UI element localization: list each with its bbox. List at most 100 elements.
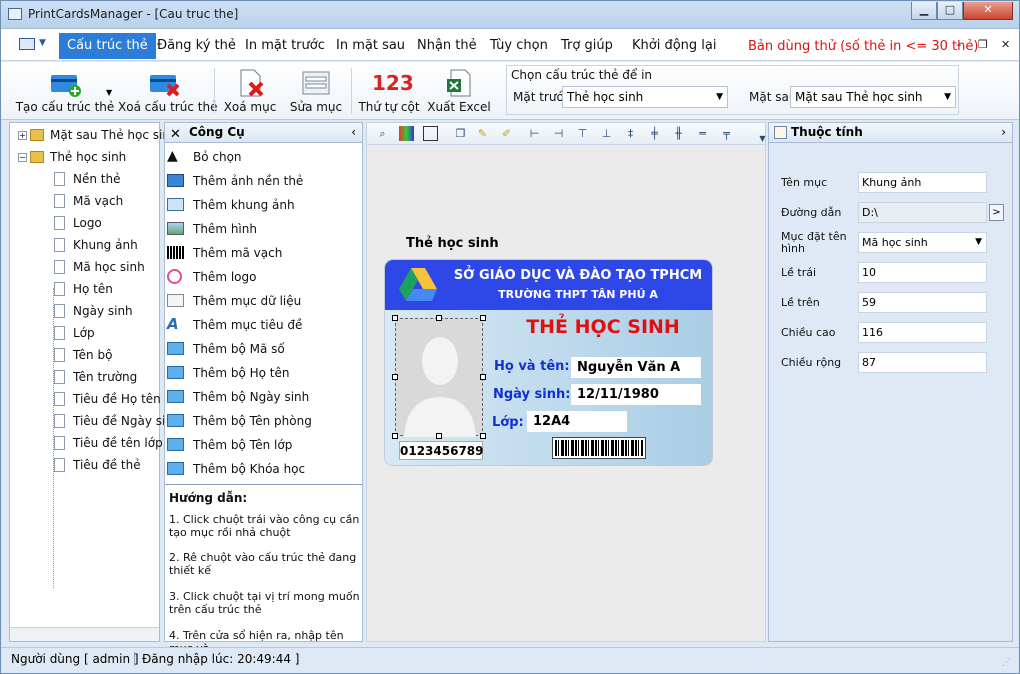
same-width-icon[interactable]: ╫: [671, 126, 686, 141]
tool-title-field[interactable]: A Thêm mục tiêu đề: [165, 313, 362, 337]
edit-item-button[interactable]: Sửa mục: [287, 66, 345, 116]
color-icon[interactable]: [399, 126, 414, 141]
close-button[interactable]: ✕: [963, 2, 1013, 20]
front-select[interactable]: Thẻ học sinh ▼: [562, 86, 728, 108]
menu-cau-truc-the[interactable]: Cấu trúc thẻ: [59, 33, 156, 59]
resize-handle[interactable]: [392, 374, 398, 380]
tree-leaf[interactable]: Mã học sinh: [54, 260, 145, 274]
maximize-button[interactable]: □: [937, 2, 963, 20]
tool-photo-frame[interactable]: Thêm khung ảnh: [165, 193, 362, 217]
tree-leaf[interactable]: Ngày sinh: [54, 304, 133, 318]
tree-leaf[interactable]: Mã vạch: [54, 194, 123, 208]
prop-path-input[interactable]: D:\: [858, 202, 987, 223]
photo-frame[interactable]: [395, 318, 483, 437]
align-top-icon[interactable]: ⊤: [575, 126, 590, 141]
resize-handle[interactable]: [392, 433, 398, 439]
prop-image-name-select[interactable]: Mã học sinh ▼: [858, 232, 987, 253]
tool-course-set[interactable]: Thêm bộ Khóa học: [165, 457, 362, 481]
align-left-icon[interactable]: ⊢: [527, 126, 542, 141]
tree-leaf[interactable]: Họ tên: [54, 282, 113, 296]
align-middle-icon[interactable]: ╪: [647, 126, 662, 141]
tool-deselect[interactable]: ▲ Bỏ chọn: [165, 145, 362, 169]
chevron-down-icon[interactable]: ▼: [39, 38, 46, 48]
prop-left-input[interactable]: 10: [858, 262, 987, 283]
tool-data-field[interactable]: Thêm mục dữ liệu: [165, 289, 362, 313]
tools-icon: ✕: [170, 127, 181, 142]
resize-handle[interactable]: [480, 315, 486, 321]
collapse-icon[interactable]: −: [18, 153, 27, 162]
menu-in-mat-sau[interactable]: In mặt sau: [328, 33, 413, 59]
same-size-icon[interactable]: ╤: [719, 126, 734, 141]
same-height-icon[interactable]: ═: [695, 126, 710, 141]
tree-leaf[interactable]: Tên bộ: [54, 348, 112, 362]
prop-height-input[interactable]: 116: [858, 322, 987, 343]
ribbon-separator: [351, 68, 352, 114]
menu-dang-ky-the[interactable]: Đăng ký thẻ: [149, 33, 244, 59]
tree-leaf[interactable]: Tên trường: [54, 370, 137, 384]
name-label: Họ và tên:: [494, 359, 570, 374]
format-painter-icon[interactable]: ✐: [499, 126, 514, 141]
tool-name-set[interactable]: Thêm bộ Họ tên: [165, 361, 362, 385]
tool-class-set[interactable]: Thêm bộ Tên lớp: [165, 433, 362, 457]
tool-background[interactable]: Thêm ảnh nền thẻ: [165, 169, 362, 193]
resize-handle[interactable]: [480, 433, 486, 439]
collapse-panel-icon[interactable]: ›: [1001, 123, 1006, 142]
collapse-panel-icon[interactable]: ‹: [351, 123, 356, 142]
horizontal-scrollbar[interactable]: [10, 627, 159, 641]
menu-in-mat-truoc[interactable]: In mặt trước: [237, 33, 333, 59]
tree-leaf[interactable]: Tiêu đề Họ tên: [54, 392, 161, 406]
mdi-close-button[interactable]: ✕: [1001, 38, 1010, 51]
tree-leaf[interactable]: Logo: [54, 216, 102, 230]
tree-leaf[interactable]: Tiêu đề tên lớp: [54, 436, 163, 450]
prop-name-input[interactable]: Khung ảnh: [858, 172, 987, 193]
tool-dob-set[interactable]: Thêm bộ Ngày sinh: [165, 385, 362, 409]
menu-tuy-chon[interactable]: Tùy chọn: [482, 33, 556, 59]
column-order-button[interactable]: 123 Thứ tự cột: [357, 66, 421, 116]
delete-structure-button[interactable]: Xoá cấu trúc thẻ: [118, 66, 217, 116]
tool-barcode[interactable]: Thêm mã vạch: [165, 241, 362, 265]
tree-node[interactable]: − Thẻ học sinh: [18, 150, 126, 164]
tool-logo[interactable]: Thêm logo: [165, 265, 362, 289]
back-select[interactable]: Mặt sau Thẻ học sinh ▼: [790, 86, 956, 108]
resize-grip-icon[interactable]: ⋰: [1002, 652, 1011, 673]
class-label: Lớp:: [492, 415, 524, 430]
create-structure-button[interactable]: Tạo cấu trúc thẻ: [15, 66, 115, 116]
tree-leaf[interactable]: Tiêu đề Ngày sinh: [54, 414, 181, 428]
tool-room-set[interactable]: Thêm bộ Tên phòng: [165, 409, 362, 433]
status-login-time: Đăng nhập lúc: 20:49:44 ]: [142, 652, 300, 666]
delete-item-button[interactable]: Xoá mục: [221, 66, 279, 116]
tree-leaf[interactable]: Khung ảnh: [54, 238, 138, 252]
monitor-icon[interactable]: [19, 38, 35, 50]
resize-handle[interactable]: [436, 315, 442, 321]
dropdown-arrow-icon[interactable]: ▼: [106, 88, 112, 97]
id-card-preview[interactable]: SỞ GIÁO DỤC VÀ ĐÀO TẠO TPHCM TRƯỜNG THPT…: [385, 260, 712, 465]
tree-leaf[interactable]: Tiêu đề thẻ: [54, 458, 141, 472]
browse-button[interactable]: >: [989, 204, 1004, 221]
minimize-button[interactable]: ▁: [911, 2, 937, 20]
zoom-icon[interactable]: ⌕: [375, 126, 390, 141]
brush-icon[interactable]: ✎: [475, 126, 490, 141]
export-excel-button[interactable]: Xuất Excel: [427, 66, 491, 116]
menu-nhan-the[interactable]: Nhận thẻ: [409, 33, 485, 59]
menu-khoi-dong-lai[interactable]: Khởi động lại: [624, 33, 724, 59]
document-icon: [54, 194, 65, 208]
resize-handle[interactable]: [392, 315, 398, 321]
align-bottom-icon[interactable]: ⊥: [599, 126, 614, 141]
mdi-minimize-button[interactable]: –: [956, 38, 962, 51]
tree-leaf[interactable]: Lớp: [54, 326, 95, 340]
resize-handle[interactable]: [436, 433, 442, 439]
prop-width-input[interactable]: 87: [858, 352, 987, 373]
resize-handle[interactable]: [480, 374, 486, 380]
menu-tro-giup[interactable]: Trợ giúp: [553, 33, 621, 59]
tree-leaf[interactable]: Nền thẻ: [54, 172, 120, 186]
copy-icon[interactable]: ❐: [453, 126, 468, 141]
tool-id-set[interactable]: Thêm bộ Mã số: [165, 337, 362, 361]
tool-image[interactable]: Thêm hình: [165, 217, 362, 241]
expand-icon[interactable]: +: [18, 131, 27, 140]
align-center-icon[interactable]: ‡: [623, 126, 638, 141]
prop-top-input[interactable]: 59: [858, 292, 987, 313]
border-icon[interactable]: [423, 126, 438, 141]
tree-node[interactable]: + Mặt sau Thẻ học sinh: [18, 128, 178, 142]
mdi-restore-button[interactable]: ❐: [978, 38, 988, 51]
align-right-icon[interactable]: ⊣: [551, 126, 566, 141]
